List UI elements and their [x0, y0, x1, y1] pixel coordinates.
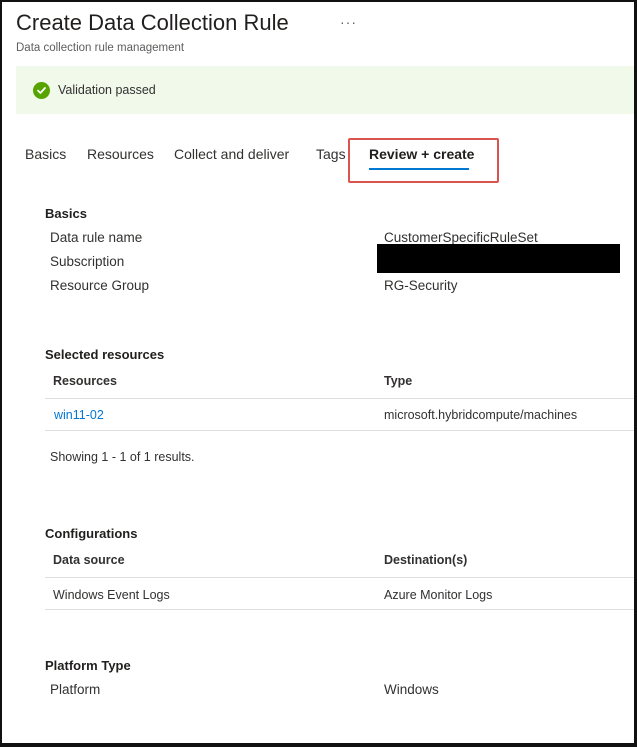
type-column-header: Type: [384, 374, 413, 388]
subscription-redacted-value: [377, 244, 620, 273]
tab-basics[interactable]: Basics: [25, 146, 66, 162]
platform-value: Windows: [384, 682, 439, 697]
data-rule-name-label: Data rule name: [50, 230, 143, 245]
resource-link-win11-02[interactable]: win11-02: [54, 408, 104, 422]
validation-banner: Validation passed: [16, 66, 634, 114]
results-count: Showing 1 - 1 of 1 results.: [50, 450, 195, 464]
tab-tags[interactable]: Tags: [316, 146, 346, 162]
more-options-button[interactable]: ···: [340, 14, 357, 30]
platform-type-title: Platform Type: [45, 658, 131, 673]
selected-resources-title: Selected resources: [45, 347, 165, 362]
tab-collect-and-deliver[interactable]: Collect and deliver: [174, 146, 289, 162]
resources-column-header: Resources: [53, 374, 117, 388]
destination-value: Azure Monitor Logs: [384, 588, 493, 602]
subscription-label: Subscription: [50, 254, 125, 269]
resource-type-value: microsoft.hybridcompute/machines: [384, 408, 578, 422]
wizard-tabs: Basics Resources Collect and deliver Tag…: [2, 138, 634, 178]
validation-message: Validation passed: [58, 83, 156, 97]
page-subtitle: Data collection rule management: [16, 42, 185, 54]
platform-label: Platform: [50, 682, 101, 697]
resource-group-value: RG-Security: [384, 278, 458, 293]
resource-group-label: Resource Group: [50, 278, 150, 293]
table-divider: [45, 430, 634, 431]
checkmark-circle-icon: [33, 81, 50, 99]
table-divider: [45, 398, 634, 399]
table-divider: [45, 577, 634, 578]
page-title: Create Data Collection Rule: [16, 10, 289, 35]
data-rule-name-value: CustomerSpecificRuleSet: [384, 230, 538, 245]
tab-resources[interactable]: Resources: [87, 146, 154, 162]
data-source-value: Windows Event Logs: [53, 588, 170, 602]
destinations-column-header: Destination(s): [384, 553, 468, 567]
data-source-column-header: Data source: [53, 553, 125, 567]
window-frame: Create Data Collection Rule ··· Data col…: [0, 0, 637, 747]
configurations-title: Configurations: [45, 526, 138, 541]
highlight-box: [348, 138, 499, 183]
table-divider: [45, 609, 634, 610]
basics-section-title: Basics: [45, 206, 87, 221]
